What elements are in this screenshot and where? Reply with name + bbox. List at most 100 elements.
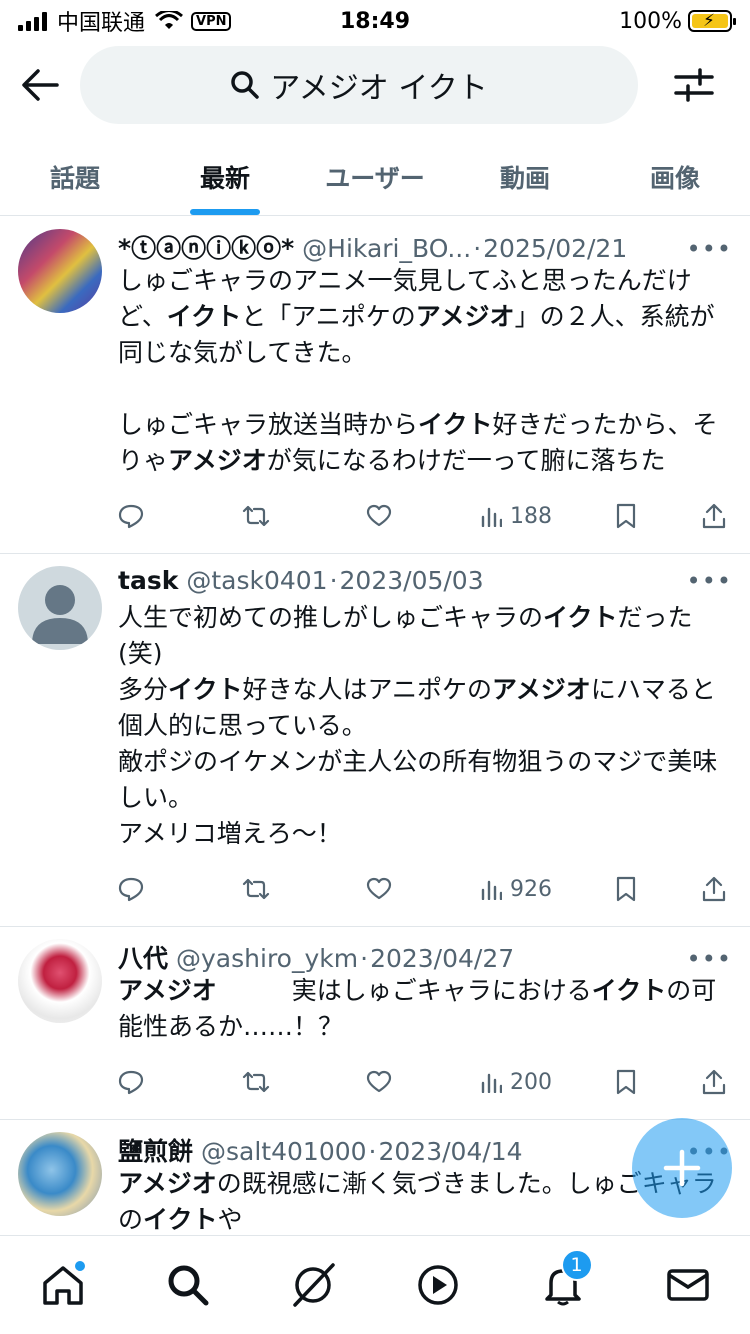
signal-icon <box>18 11 47 31</box>
analytics-icon <box>481 507 502 527</box>
author-handle[interactable]: @task0401 <box>186 566 327 595</box>
bookmark-icon <box>616 503 636 529</box>
back-button[interactable] <box>0 45 80 125</box>
more-options-button[interactable]: ••• <box>679 567 732 595</box>
default-avatar-icon <box>32 585 88 644</box>
share-button[interactable] <box>702 503 726 529</box>
avatar[interactable] <box>18 1132 102 1216</box>
views-button[interactable]: 926 <box>480 877 616 902</box>
tab-users[interactable]: ユーザー <box>300 138 450 215</box>
share-icon <box>702 1069 726 1095</box>
retweet-button[interactable] <box>242 877 366 901</box>
views-button[interactable]: 188 <box>480 504 616 529</box>
view-count: 926 <box>510 876 552 902</box>
wifi-icon <box>155 11 183 29</box>
retweet-button[interactable] <box>242 504 366 528</box>
author-handle[interactable]: @salt401000 <box>201 1137 367 1166</box>
vpn-badge: VPN <box>191 11 232 31</box>
tweet-date[interactable]: 2025/02/21 <box>483 234 627 263</box>
battery-icon: ⚡ <box>688 10 736 32</box>
compose-button[interactable] <box>632 1118 732 1218</box>
analytics-icon <box>481 1073 502 1093</box>
author-name[interactable]: task <box>118 566 178 595</box>
tab-videos[interactable]: 動画 <box>450 138 600 215</box>
plus-icon <box>663 1149 701 1187</box>
avatar[interactable] <box>18 229 102 313</box>
bookmark-button[interactable] <box>616 876 702 902</box>
tweet[interactable]: *ⓣⓐⓝⓘⓚⓞ* @Hikari_BO... · 2025/02/21 ••• … <box>0 217 750 554</box>
grok-icon <box>292 1263 335 1307</box>
more-options-button[interactable]: ••• <box>679 235 732 263</box>
search-query: アメジオ イクト <box>270 71 488 106</box>
author-handle[interactable]: @Hikari_BO... <box>302 234 471 263</box>
nav-search[interactable] <box>148 1245 228 1325</box>
tweet-date[interactable]: 2023/04/14 <box>379 1137 523 1166</box>
mail-icon <box>666 1269 709 1301</box>
retweet-icon <box>242 878 270 900</box>
reply-icon <box>118 877 144 902</box>
new-posts-dot <box>74 1261 85 1271</box>
search-header: アメジオ イクト <box>0 42 750 128</box>
view-count: 200 <box>510 1069 552 1095</box>
search-input[interactable]: アメジオ イクト <box>80 46 638 124</box>
bookmark-icon <box>616 876 636 902</box>
share-icon <box>702 876 726 902</box>
search-icon <box>231 71 260 99</box>
heart-icon <box>366 877 392 900</box>
retweet-icon <box>242 1071 270 1093</box>
reply-button[interactable] <box>118 503 242 529</box>
author-name[interactable]: 鹽煎餅 <box>118 1132 193 1168</box>
nav-messages[interactable] <box>648 1245 728 1325</box>
arrow-left-icon <box>22 69 59 101</box>
bookmark-button[interactable] <box>616 1069 702 1095</box>
nav-notifications[interactable]: 1 <box>523 1245 603 1325</box>
tweet-actions: 188 <box>118 479 732 553</box>
reply-icon <box>118 504 144 529</box>
carrier-label: 中国联通 <box>57 11 146 36</box>
more-options-button[interactable]: ••• <box>679 945 732 973</box>
heart-icon <box>366 504 392 527</box>
share-button[interactable] <box>702 1069 726 1095</box>
author-name[interactable]: *ⓣⓐⓝⓘⓚⓞ* <box>118 229 294 265</box>
heart-icon <box>366 1070 392 1093</box>
tab-trending[interactable]: 話題 <box>0 138 150 215</box>
reply-button[interactable] <box>118 876 242 902</box>
share-icon <box>702 503 726 529</box>
author-name[interactable]: 八代 <box>118 939 168 975</box>
tweet[interactable]: task @task0401 · 2023/05/03 ••• 人生で初めての推… <box>0 554 750 927</box>
like-button[interactable] <box>366 1070 480 1094</box>
filter-button[interactable] <box>638 45 750 125</box>
views-button[interactable]: 200 <box>480 1070 616 1095</box>
tweet-feed: *ⓣⓐⓝⓘⓚⓞ* @Hikari_BO... · 2025/02/21 ••• … <box>0 217 750 1235</box>
search-tabs: 話題 最新 ユーザー 動画 画像 <box>0 138 750 216</box>
tweet-text: アメジオ 実はしゅごキャラにおけるイクトの可能性あるか……！？ <box>118 976 717 1041</box>
share-button[interactable] <box>702 876 726 902</box>
avatar[interactable] <box>18 939 102 1023</box>
tab-latest[interactable]: 最新 <box>150 138 300 215</box>
tweet-date[interactable]: 2023/05/03 <box>340 566 484 595</box>
retweet-icon <box>242 505 270 527</box>
nav-home[interactable] <box>23 1245 103 1325</box>
like-button[interactable] <box>366 877 480 901</box>
tweet-text: しゅごキャラのアニメ一気見してふと思ったんだけど、イクトと「アニポケのアメジオ」… <box>118 266 718 475</box>
view-count: 188 <box>510 503 552 529</box>
play-circle-icon <box>417 1265 458 1305</box>
bookmark-icon <box>616 1069 636 1095</box>
bookmark-button[interactable] <box>616 503 702 529</box>
tab-images[interactable]: 画像 <box>600 138 750 215</box>
nav-video[interactable] <box>398 1245 478 1325</box>
search-icon <box>168 1265 208 1306</box>
reply-icon <box>118 1070 144 1095</box>
sliders-icon <box>674 68 714 102</box>
notification-badge: 1 <box>560 1249 593 1281</box>
status-bar: 中国联通 VPN 18:49 100% ⚡ <box>0 0 750 42</box>
avatar[interactable] <box>18 566 102 650</box>
retweet-button[interactable] <box>242 1070 366 1094</box>
tweet[interactable]: 八代 @yashiro_ykm · 2023/04/27 ••• アメジオ 実は… <box>0 927 750 1120</box>
like-button[interactable] <box>366 504 480 528</box>
author-handle[interactable]: @yashiro_ykm <box>176 944 358 973</box>
nav-grok[interactable] <box>273 1245 353 1325</box>
tweet-date[interactable]: 2023/04/27 <box>370 944 514 973</box>
reply-button[interactable] <box>118 1069 242 1095</box>
tweet-actions: 926 <box>118 852 732 926</box>
